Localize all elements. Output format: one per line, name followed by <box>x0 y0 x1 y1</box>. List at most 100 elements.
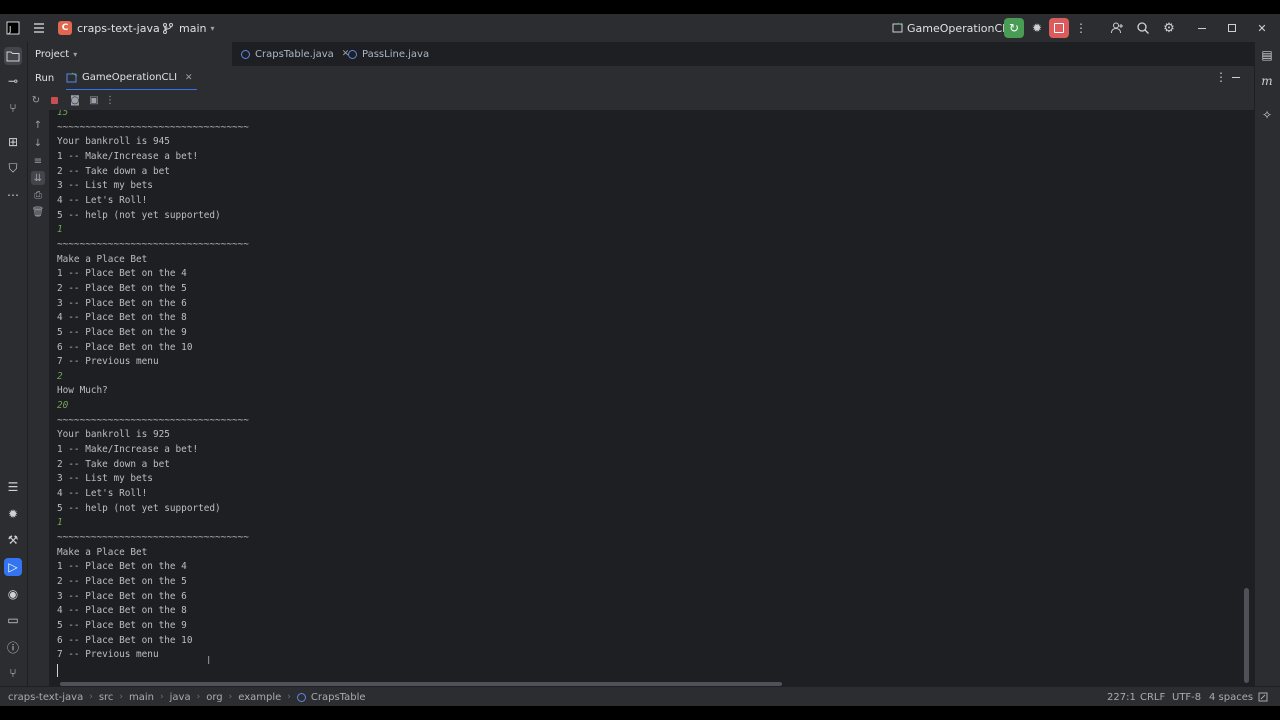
terminal-icon: ▭ <box>7 613 19 627</box>
caret-position[interactable]: 227:1 <box>1107 687 1136 707</box>
more-tools-button[interactable]: ⋯ <box>4 186 22 204</box>
breadcrumb-item[interactable]: example <box>238 692 281 703</box>
console-line: ~~~~~~~~~~~~~~~~~~~~~~~~~~~~~~~~~~ <box>57 238 249 250</box>
services-tool-button[interactable]: ◉ <box>4 585 22 603</box>
tab-crapstable[interactable]: CrapsTable.java ✕ <box>241 42 349 66</box>
trash-icon[interactable]: 🗑 <box>31 205 45 219</box>
app-logo-icon[interactable]: J <box>6 14 20 42</box>
terminal-tool-button[interactable]: ▭ <box>4 611 22 629</box>
git-branch-icon <box>163 23 173 34</box>
todo-tool-button[interactable]: ☰ <box>4 478 22 496</box>
hammer-icon: ⚒ <box>7 533 19 547</box>
notifications-icon[interactable]: ▤ <box>1258 46 1276 64</box>
ai-assistant-icon[interactable]: ✧ <box>1258 106 1276 124</box>
console-line: 6 -- Place Bet on the 10 <box>57 634 193 646</box>
more-vertical-icon[interactable]: ⋮ <box>103 93 117 107</box>
breadcrumb-item[interactable]: main <box>129 692 154 703</box>
console-line: 5 -- help (not yet supported) <box>57 502 221 514</box>
rerun-icon[interactable]: ↻ <box>29 93 43 107</box>
close-icon: ✕ <box>1257 21 1267 35</box>
structure-tool-button[interactable]: ⊞ <box>4 133 22 151</box>
indent-setting[interactable]: 4 spaces <box>1209 687 1253 707</box>
search-button[interactable] <box>1133 18 1153 38</box>
run-panel-header: Run GameOperationCLI ✕ ⋮ <box>28 66 1254 91</box>
more-vertical-icon[interactable]: ⋮ <box>1215 70 1227 84</box>
console-line: 4 -- Let's Roll! <box>57 194 148 206</box>
breadcrumb-item[interactable]: java <box>170 692 191 703</box>
lock-icon[interactable] <box>1258 687 1268 707</box>
scroll-to-end-icon[interactable]: ⇊ <box>31 171 45 185</box>
bookmarks-tool-button[interactable]: ⛉ <box>4 159 22 177</box>
close-window-button[interactable]: ✕ <box>1252 18 1272 38</box>
text-cursor <box>57 663 58 677</box>
main-menu-icon[interactable] <box>32 14 46 42</box>
breadcrumb-item[interactable]: src <box>99 692 114 703</box>
run-tab-gameoperationcli[interactable]: GameOperationCLI ✕ <box>66 66 197 91</box>
git-tool-button[interactable]: ⑂ <box>4 664 22 682</box>
console-line: How Much? <box>57 385 108 397</box>
camera-icon[interactable]: ◙ <box>68 93 82 107</box>
print-icon[interactable]: ⎙ <box>31 188 45 202</box>
project-tool-button[interactable] <box>4 47 22 65</box>
console-input-line: 15 <box>57 110 69 118</box>
vertical-scrollbar[interactable] <box>1244 588 1249 683</box>
git-branch-icon: ⑂ <box>9 666 17 680</box>
console-line: 7 -- Previous menu <box>57 356 159 368</box>
debug-button[interactable]: ✹ <box>1027 18 1047 38</box>
console-line: 3 -- Place Bet on the 6 <box>57 590 187 602</box>
settings-button[interactable]: ⚙ <box>1159 18 1179 38</box>
run-tool-button[interactable]: ▷ <box>4 558 22 576</box>
run-config-selector[interactable]: GameOperationCLI ▾ <box>892 14 1020 42</box>
project-selector[interactable]: C craps-text-java ▾ <box>58 14 168 42</box>
chevron-right-icon: › <box>287 692 291 702</box>
chevron-right-icon: › <box>228 692 233 702</box>
restore-layout-icon[interactable]: ▣ <box>87 93 101 107</box>
arrow-up-icon[interactable]: ↑ <box>31 118 45 132</box>
breadcrumb-item[interactable]: craps-text-java <box>8 692 83 703</box>
tab-passline[interactable]: PassLine.java <box>348 42 429 66</box>
add-user-icon <box>1111 22 1123 34</box>
list-icon: ☰ <box>7 480 19 494</box>
console-text: 15 ~~~~~~~~~~~~~~~~~~~~~~~~~~~~~~~~~~ Your… <box>57 110 249 663</box>
project-view-selector[interactable]: Project ▾ <box>35 42 77 66</box>
console-output[interactable]: 15 ~~~~~~~~~~~~~~~~~~~~~~~~~~~~~~~~~~ Your… <box>49 110 1254 686</box>
more-actions-button[interactable]: ⋮ <box>1071 18 1091 38</box>
minimize-button[interactable] <box>1192 18 1212 38</box>
pull-requests-tool-button[interactable]: ⑂ <box>4 99 22 117</box>
commit-tool-button[interactable]: ⊸ <box>4 72 22 90</box>
close-tab-icon[interactable]: ✕ <box>185 73 193 83</box>
add-user-button[interactable] <box>1107 18 1127 38</box>
project-panel-title: Project <box>35 48 70 60</box>
build-tool-button[interactable]: ⚒ <box>4 531 22 549</box>
console-line: 3 -- Place Bet on the 6 <box>57 297 187 309</box>
console-line: Your bankroll is 945 <box>57 136 170 148</box>
run-config-name: GameOperationCLI <box>907 21 1012 35</box>
chevron-right-icon: › <box>119 692 124 702</box>
bug-icon: ✹ <box>1031 21 1043 35</box>
chevron-down-icon: ▾ <box>210 23 215 33</box>
rerun-button[interactable]: ↻ <box>1004 18 1024 38</box>
stop-icon[interactable] <box>47 93 61 107</box>
stop-button[interactable] <box>1049 18 1069 38</box>
console-line: 3 -- List my bets <box>57 180 153 192</box>
title-bar: J C craps-text-java ▾ main ▾ GameOperati… <box>0 14 1280 42</box>
maven-icon[interactable]: m <box>1258 72 1276 90</box>
problems-tool-button[interactable]: ⓘ <box>4 638 22 656</box>
console-line: 5 -- Place Bet on the 9 <box>57 619 187 631</box>
file-encoding[interactable]: UTF-8 <box>1172 687 1201 707</box>
restore-button[interactable] <box>1222 18 1242 38</box>
debug-tool-button[interactable]: ✹ <box>4 505 22 523</box>
soft-wrap-icon[interactable]: ≡ <box>31 154 45 168</box>
arrow-down-icon[interactable]: ↓ <box>31 136 45 150</box>
search-icon <box>1137 22 1149 34</box>
hide-panel-icon[interactable] <box>1232 77 1240 78</box>
left-tool-strip: ⊸ ⑂ ⊞ ⛉ ⋯ ☰ ✹ ⚒ ▷ ◉ ▭ ⓘ ⑂ <box>0 42 28 686</box>
java-class-icon <box>241 49 250 59</box>
breadcrumb-item[interactable]: CrapsTable <box>311 692 366 703</box>
play-icon: ▷ <box>8 560 18 574</box>
console-input-line: 2 <box>57 370 63 382</box>
console-line: ~~~~~~~~~~~~~~~~~~~~~~~~~~~~~~~~~~ <box>57 121 249 133</box>
branch-selector[interactable]: main ▾ <box>162 14 215 42</box>
breadcrumb-item[interactable]: org <box>206 692 222 703</box>
line-separator[interactable]: CRLF <box>1140 687 1165 707</box>
